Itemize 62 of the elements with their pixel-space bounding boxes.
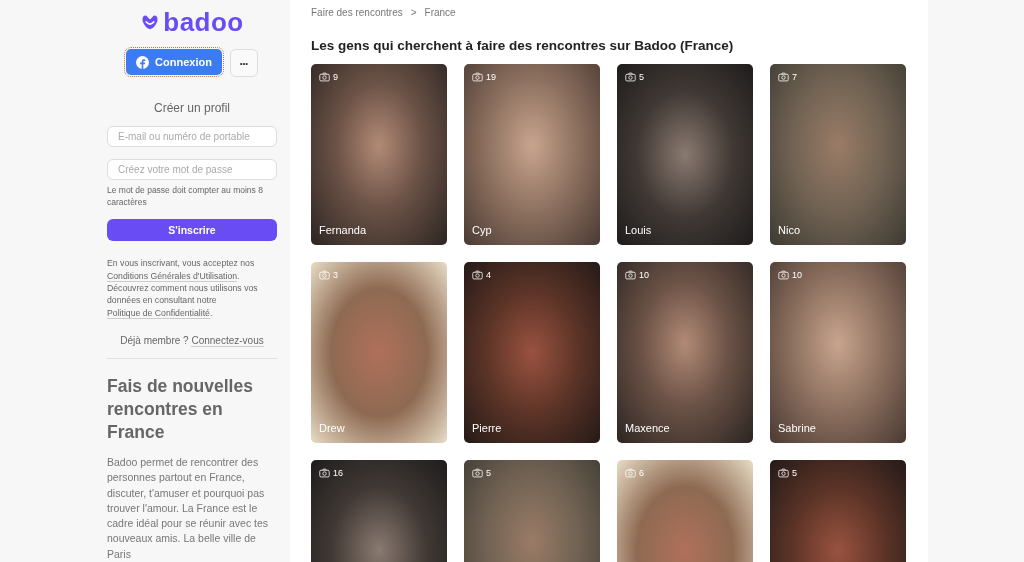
more-button[interactable]: ••• <box>229 49 258 77</box>
facebook-icon <box>136 55 150 69</box>
seo-title: Fais de nouvelles rencontres en France <box>107 374 254 444</box>
page-heading: Les gens qui cherchent à faire des rencontres sur Badoo (France) <box>311 38 735 53</box>
photo-count: 16 <box>333 468 343 478</box>
profile-name: Drew <box>319 422 345 434</box>
profile-name: Maxence <box>625 422 670 434</box>
facebook-login-button[interactable]: Connexion <box>126 49 222 75</box>
camera-icon <box>319 72 330 82</box>
camera-icon <box>472 72 483 82</box>
camera-icon <box>778 72 789 82</box>
profile-card[interactable]: 5 <box>464 460 600 562</box>
password-field[interactable]: Créez votre mot de passe <box>107 159 277 181</box>
signup-button[interactable]: S'inscrire <box>107 219 277 242</box>
photo-count: 5 <box>486 468 491 478</box>
seo-text: Badoo permet de rencontrer des personnes partout en France, discuter, t'amuser et pourquoi pas trouver l'amour. La France est le cadre idéal pour se réunir avec tes nouveaux amis. La belle ville de Paris <box>107 454 270 562</box>
photo-count: 6 <box>639 468 644 478</box>
profile-name: Nico <box>778 224 800 236</box>
profile-name: Fernanda <box>319 224 367 236</box>
photo-count: 10 <box>639 270 649 280</box>
photo-count: 3 <box>333 270 338 280</box>
photo-count: 10 <box>792 270 802 280</box>
create-profile-title: Créer un profil <box>153 101 231 115</box>
photo-count: 9 <box>333 72 338 82</box>
profile-card[interactable]: 5 Louis <box>617 64 753 245</box>
profile-name: Sabrine <box>778 422 816 434</box>
camera-icon <box>625 270 636 280</box>
breadcrumb-link[interactable]: France <box>424 7 456 18</box>
camera-icon <box>472 270 483 280</box>
photo-count: 5 <box>792 468 797 478</box>
profile-card[interactable]: 10 Sabrine <box>770 262 906 443</box>
profile-name: Pierre <box>472 422 502 434</box>
profile-card[interactable]: 4 Pierre <box>464 262 600 443</box>
terms-text: En vous inscrivant, vous acceptez nos Conditions Générales d'Utilisation. Découvrez comment nous utilisons vos données en consultant notre Politique de Confidentialité. <box>107 257 259 319</box>
badoo-logo[interactable]: badoo <box>107 8 277 36</box>
profile-card[interactable]: 5 <box>770 460 906 562</box>
camera-icon <box>778 270 789 280</box>
photo-count: 5 <box>639 72 644 82</box>
login-link[interactable]: Connectez-vous <box>191 334 264 347</box>
profile-name: Louis <box>625 224 652 236</box>
breadcrumb-link[interactable]: Faire des rencontres <box>311 7 403 18</box>
profile-card[interactable]: 7 Nico <box>770 64 906 245</box>
camera-icon <box>319 270 330 280</box>
terms-link[interactable]: Politique de Confidentialité <box>107 307 210 319</box>
camera-icon <box>319 468 330 478</box>
breadcrumb-separator: > <box>410 7 417 18</box>
camera-icon <box>625 468 636 478</box>
camera-icon <box>625 72 636 82</box>
heart-icon <box>140 13 161 31</box>
camera-icon <box>778 468 789 478</box>
camera-icon <box>472 468 483 478</box>
profile-card[interactable]: 16 <box>311 460 447 562</box>
member-text: Déjà membre ? <box>120 334 189 346</box>
profile-card[interactable]: 10 Maxence <box>617 262 753 443</box>
photo-count: 4 <box>486 270 491 280</box>
photo-count: 19 <box>486 72 496 82</box>
photo-count: 7 <box>792 72 797 82</box>
password-hint: Le mot de passe doit compter au moins 8 caractères <box>107 184 264 209</box>
email-field[interactable]: E-mail ou numéro de portable <box>107 126 277 148</box>
profile-card[interactable]: 19 Cyp <box>464 64 600 245</box>
profile-card[interactable]: 9 Fernanda <box>311 64 447 245</box>
profile-name: Cyp <box>472 224 492 236</box>
